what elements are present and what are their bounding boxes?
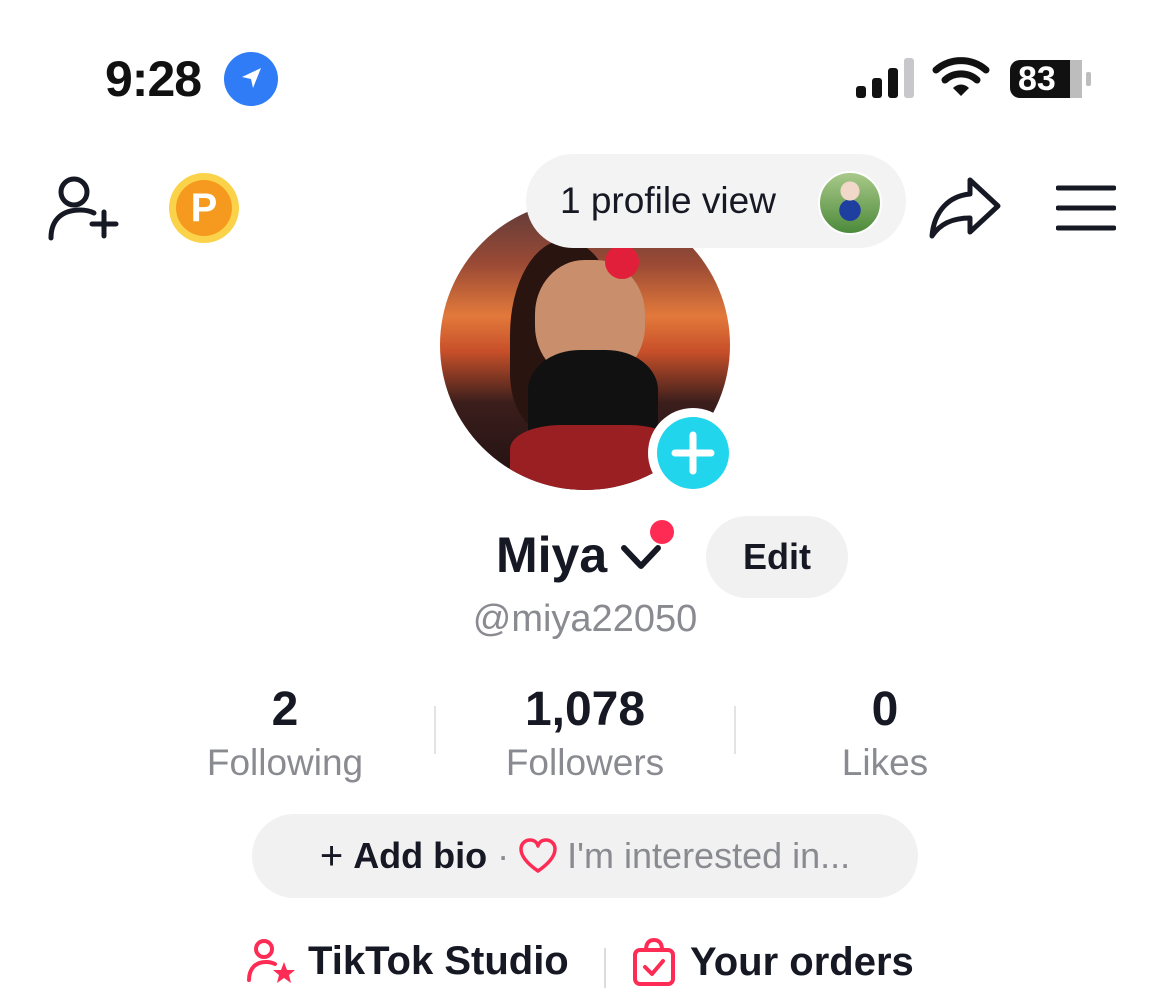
add-user-icon[interactable] (46, 172, 122, 242)
stat-followers[interactable]: 1,078 Followers (435, 682, 735, 788)
share-icon[interactable] (928, 172, 1002, 242)
tiktok-studio-label: TikTok Studio (308, 938, 569, 983)
viewer-avatar (818, 171, 882, 235)
bio-separator: · (497, 835, 510, 876)
your-orders-link[interactable]: Your orders (632, 938, 914, 986)
links-divider (604, 948, 606, 988)
stat-label: Likes (841, 742, 929, 783)
your-orders-label: Your orders (690, 939, 914, 984)
shopping-bag-icon (633, 938, 675, 986)
interests-button[interactable]: I'm interested in... (567, 835, 850, 877)
add-bio-button[interactable]: Add bio (353, 835, 487, 877)
stat-likes[interactable]: 0 Likes (735, 682, 1035, 788)
username: @miya22050 (472, 598, 698, 640)
stat-value: 1,078 (524, 683, 646, 736)
stat-following[interactable]: 2 Following (135, 682, 435, 788)
menu-icon[interactable] (1056, 184, 1116, 232)
signal-icon (856, 58, 914, 98)
plus-icon (671, 431, 715, 475)
bio-pill[interactable]: + Add bio · I'm interested in... (252, 814, 918, 898)
notification-dot (650, 520, 674, 544)
battery-level: 83 (1018, 60, 1056, 98)
plus-icon: + (319, 833, 344, 878)
profile-name[interactable]: Miya (496, 526, 607, 584)
location-arrow-icon (224, 52, 278, 106)
battery-icon: 83 (1008, 58, 1092, 100)
stat-label: Following (206, 742, 364, 783)
stat-value: 2 (271, 683, 299, 736)
add-avatar-button[interactable] (648, 408, 738, 498)
creator-star-icon (247, 939, 295, 983)
status-time: 9:28 (105, 51, 202, 107)
stat-label: Followers (505, 742, 665, 783)
stat-value: 0 (871, 683, 899, 736)
wifi-icon (932, 57, 990, 96)
profile-views-text: 1 profile view (560, 180, 776, 221)
coin-letter: P (190, 186, 218, 230)
p-coin-icon[interactable]: P (168, 172, 240, 244)
edit-profile-button[interactable]: Edit (706, 516, 848, 598)
tiktok-studio-link[interactable]: TikTok Studio (246, 938, 569, 984)
profile-views-pill[interactable]: 1 profile view (526, 154, 906, 248)
chevron-down-icon[interactable] (620, 542, 662, 572)
heart-icon (519, 838, 557, 873)
